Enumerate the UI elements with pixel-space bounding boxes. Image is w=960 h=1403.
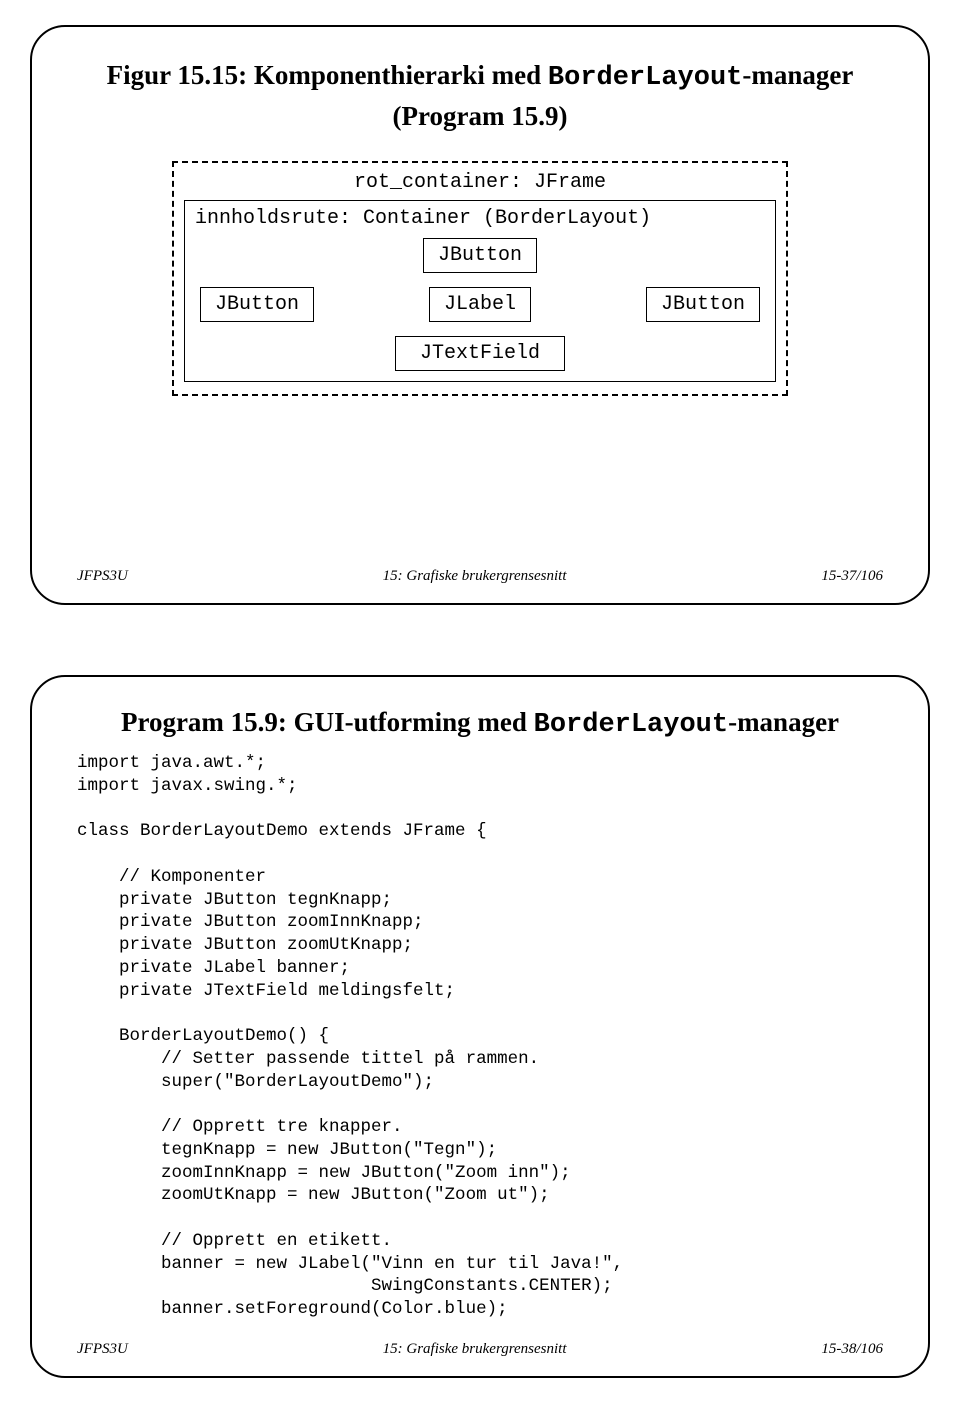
footer-right: 15-37/106 (821, 568, 883, 585)
diagram-content-container: innholdsrute: Container (BorderLayout) J… (184, 200, 776, 382)
slide-1-title: Figur 15.15: Komponenthierarki med Borde… (77, 57, 883, 136)
title2-prefix: Program 15.9: GUI-utforming med (121, 707, 534, 737)
slide-2: Program 15.9: GUI-utforming med BorderLa… (30, 675, 930, 1378)
slide-1-content: Figur 15.15: Komponenthierarki med Borde… (77, 57, 883, 548)
title-subtitle: (Program 15.9) (393, 101, 568, 131)
footer2-left: JFPS3U (77, 1341, 128, 1358)
container-label: innholdsrute: Container (BorderLayout) (195, 207, 765, 230)
title-prefix: Figur 15.15: Komponenthierarki med (107, 60, 548, 90)
root-label: rot_container: JFrame (184, 171, 776, 194)
title-mono: BorderLayout (548, 63, 742, 93)
diagram-top-component: JButton (423, 238, 537, 273)
footer2-right: 15-38/106 (821, 1341, 883, 1358)
slide-2-footer: JFPS3U 15: Grafiske brukergrensesnitt 15… (77, 1321, 883, 1358)
title-suffix: -manager (742, 60, 853, 90)
diagram-top-row: JButton (195, 238, 765, 273)
diagram-bottom-component: JTextField (395, 336, 565, 371)
diagram-right-component: JButton (646, 287, 760, 322)
code-block: import java.awt.*; import javax.swing.*;… (77, 752, 883, 1321)
slide-2-title: Program 15.9: GUI-utforming med BorderLa… (77, 707, 883, 740)
footer-left: JFPS3U (77, 568, 128, 585)
diagram-bottom-row: JTextField (195, 336, 765, 371)
diagram-center-component: JLabel (429, 287, 531, 322)
diagram-root-container: rot_container: JFrame innholdsrute: Cont… (172, 161, 788, 396)
slide-1-footer: JFPS3U 15: Grafiske brukergrensesnitt 15… (77, 548, 883, 585)
slide-1: Figur 15.15: Komponenthierarki med Borde… (30, 25, 930, 605)
footer2-center: 15: Grafiske brukergrensesnitt (383, 1341, 567, 1358)
diagram-left-component: JButton (200, 287, 314, 322)
title2-suffix: -manager (728, 707, 839, 737)
page-container: Figur 15.15: Komponenthierarki med Borde… (0, 0, 960, 1403)
slide-2-content: Program 15.9: GUI-utforming med BorderLa… (77, 707, 883, 1321)
diagram-middle-row: JButton JLabel JButton (195, 287, 765, 322)
title2-mono: BorderLayout (534, 710, 728, 740)
footer-center: 15: Grafiske brukergrensesnitt (383, 568, 567, 585)
